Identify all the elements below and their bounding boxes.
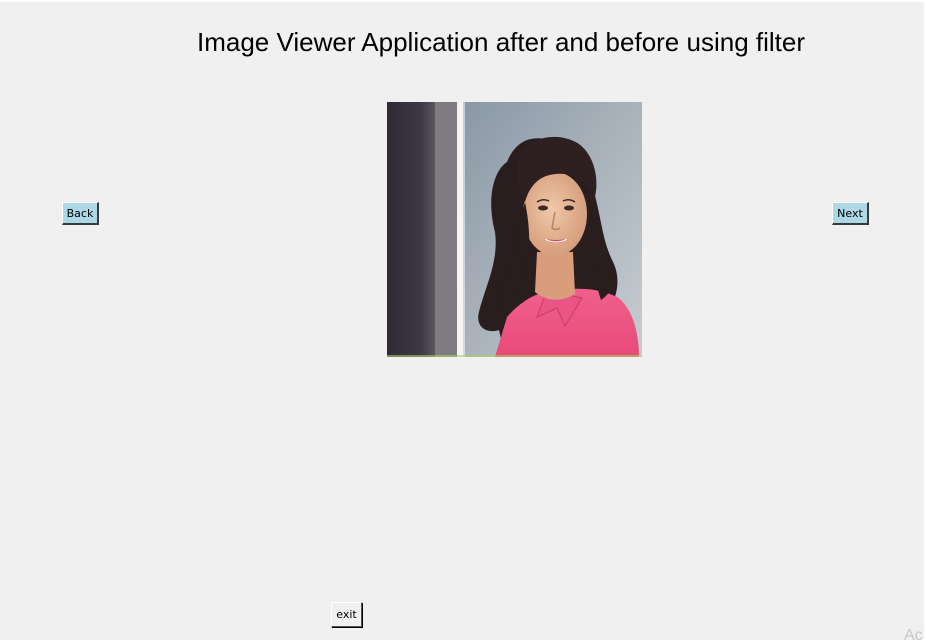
page-title: Image Viewer Application after and befor… [197, 27, 805, 57]
next-button[interactable]: Next [832, 202, 869, 225]
window-top-edge [0, 0, 926, 2]
exit-button[interactable]: exit [331, 602, 362, 627]
back-button[interactable]: Back [62, 202, 99, 225]
activation-watermark: Ac [904, 627, 923, 644]
app-window: Image Viewer Application after and befor… [0, 0, 926, 644]
portrait-photo [387, 102, 642, 357]
